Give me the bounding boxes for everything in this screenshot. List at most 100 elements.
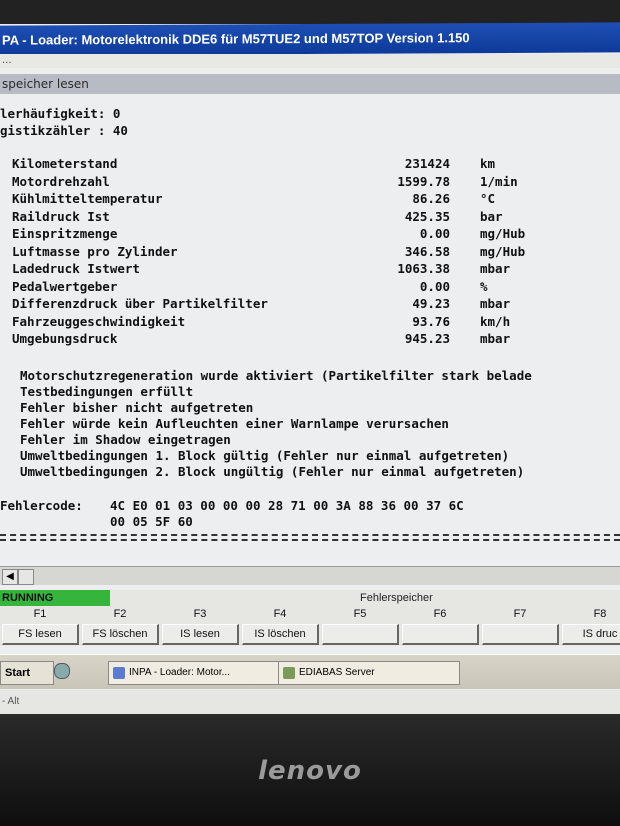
fkey-number: F7 (513, 608, 527, 620)
measurement-value: 86.26 (412, 191, 450, 206)
fkey-button[interactable] (402, 624, 479, 645)
message-line: Testbedingungen erfüllt (20, 384, 194, 399)
task-inpa[interactable]: INPA - Loader: Motor... (108, 661, 294, 685)
measurement-row: Fahrzeuggeschwindigkeit 93.76 km/h (12, 314, 620, 331)
measurement-value: 945.23 (404, 331, 450, 346)
measurement-label: Fahrzeuggeschwindigkeit (12, 313, 186, 329)
fehlerspeicher-content: lerhäufigkeit: 0 gistikzähler : 40 Kilom… (0, 98, 620, 568)
function-keys: F1 FS lesen F2 FS löschen F3 IS lesen F4 IS lös… (0, 606, 620, 646)
measurement-unit: 1/min (480, 173, 518, 189)
measurement-row: Raildruck Ist 425.35 bar (12, 209, 620, 226)
measurement-label: Luftmasse pro Zylinder (12, 243, 178, 259)
bottom-hint: - Alt (0, 690, 620, 714)
horizontal-scrollbar[interactable]: ◀ (0, 566, 620, 585)
fehlercode-bytes-1: 4C E0 01 03 00 00 00 28 71 00 3A 88 36 0… (110, 498, 464, 513)
fkey-number: F8 (593, 608, 607, 620)
measurement-unit: km/h (480, 313, 511, 329)
top-edge (0, 0, 620, 24)
message-line: Umweltbedingungen 2. Block ungültig (Feh… (20, 464, 525, 479)
window-title: PA - Loader: Motorelektronik DDE6 für M5… (0, 22, 620, 56)
fkey-f2: F2 FS löschen (80, 606, 160, 646)
taskbar: Start INPA - Loader: Motor... EDIABAS Se… (0, 654, 620, 689)
measurement-value: 1599.78 (397, 173, 450, 189)
measurement-label: Motordrehzahl (12, 173, 110, 189)
measurement-unit: mbar (480, 261, 511, 276)
message-line: Fehler würde kein Aufleuchten einer Warn… (20, 416, 449, 431)
measurement-unit: mbar (480, 331, 511, 346)
task-ediabas-label: EDIABAS Server (299, 667, 375, 678)
measurement-value: 0.00 (419, 226, 450, 241)
measurement-value: 93.76 (412, 313, 450, 329)
measurement-label: Pedalwertgeber (12, 278, 118, 294)
ediabas-icon (283, 667, 295, 679)
screen: PA - Loader: Motorelektronik DDE6 für M5… (0, 0, 620, 714)
measurement-label: Differenzdruck über Partikelfilter (12, 296, 268, 311)
start-button[interactable]: Start (0, 661, 54, 685)
measurement-unit: mg/Hub (480, 226, 526, 241)
fkey-f4: F4 IS löschen (240, 606, 320, 646)
fkey-number: F6 (433, 608, 447, 620)
fkey-number: F2 (113, 608, 127, 620)
measurement-row: Kühlmitteltemperatur 86.26 °C (12, 191, 620, 208)
separator-line (0, 534, 620, 541)
message-line: Fehler im Shadow eingetragen (20, 432, 231, 447)
measurement-label: Kühlmitteltemperatur (12, 191, 163, 206)
measurement-unit: % (480, 278, 488, 294)
measurement-unit: bar (480, 208, 503, 224)
status-title: Fehlerspeicher (360, 592, 433, 604)
measurement-value: 0.00 (419, 278, 450, 294)
logistikzaehler-line: gistikzähler : 40 (0, 123, 128, 138)
quicklaunch-icon[interactable] (54, 663, 70, 679)
fehlercode-label: Fehlercode: (0, 498, 83, 513)
fkey-f6: F6 (400, 606, 480, 646)
fkey-button[interactable]: FS lesen (2, 624, 79, 645)
scroll-thumb[interactable] (18, 569, 34, 585)
measurement-unit: mg/Hub (480, 243, 526, 259)
measurement-value: 346.58 (404, 243, 450, 259)
running-status: RUNNING (0, 590, 110, 606)
fkey-f3: F3 IS lesen (160, 606, 240, 646)
fkey-number: F3 (193, 608, 207, 620)
fkey-f8: F8 IS druc (560, 606, 620, 646)
fkey-f7: F7 (480, 606, 560, 646)
measurement-unit: km (480, 156, 496, 171)
fkey-button[interactable]: IS druc (562, 624, 620, 645)
fkey-button[interactable] (322, 624, 399, 645)
task-ediabas[interactable]: EDIABAS Server (278, 661, 460, 685)
status-bar: RUNNING Fehlerspeicher (0, 590, 620, 606)
measurement-row: Umgebungsdruck 945.23 mbar (12, 331, 620, 348)
measurement-value: 231424 (404, 156, 450, 171)
fkey-button[interactable]: IS löschen (242, 624, 319, 645)
message-line: Fehler bisher nicht aufgetreten (20, 400, 254, 415)
measurement-row: Differenzdruck über Partikelfilter 49.23 m… (12, 296, 620, 313)
measurement-value: 49.23 (412, 296, 450, 311)
measurement-row: Motordrehzahl 1599.78 1/min (12, 174, 620, 191)
measurement-label: Raildruck Ist (12, 208, 110, 224)
menu-bar[interactable]: ... (0, 54, 620, 68)
fkey-number: F4 (273, 608, 287, 620)
brand-logo: lenovo (258, 756, 362, 786)
fkey-number: F1 (33, 608, 47, 620)
fkey-button[interactable]: IS lesen (162, 624, 239, 645)
fkey-button[interactable]: FS löschen (82, 624, 159, 645)
fkey-f5: F5 (320, 606, 400, 646)
message-line: Motorschutzregeneration wurde aktiviert … (20, 368, 532, 383)
task-inpa-label: INPA - Loader: Motor... (129, 667, 230, 678)
measurement-unit: °C (480, 191, 496, 206)
fkey-f1: F1 FS lesen (0, 606, 80, 646)
measurement-row: Einspritzmenge 0.00 mg/Hub (12, 226, 620, 243)
measurement-unit: mbar (480, 296, 511, 311)
inpa-icon (113, 667, 125, 679)
scroll-left-icon[interactable]: ◀ (2, 569, 18, 585)
measurement-row: Kilometerstand 231424 km (12, 156, 620, 173)
message-line: Umweltbedingungen 1. Block gültig (Fehle… (20, 448, 510, 463)
measurement-row: Luftmasse pro Zylinder 346.58 mg/Hub (12, 244, 620, 261)
fkey-number: F5 (353, 608, 367, 620)
measurement-value: 425.35 (404, 208, 450, 224)
panel-title: speicher lesen (0, 74, 620, 94)
measurement-label: Umgebungsdruck (12, 331, 118, 346)
measurement-row: Pedalwertgeber 0.00% (12, 279, 620, 296)
measurement-value: 1063.38 (397, 261, 450, 276)
fkey-button[interactable] (482, 624, 559, 645)
fehlercode-bytes-2: 00 05 5F 60 (110, 514, 193, 529)
